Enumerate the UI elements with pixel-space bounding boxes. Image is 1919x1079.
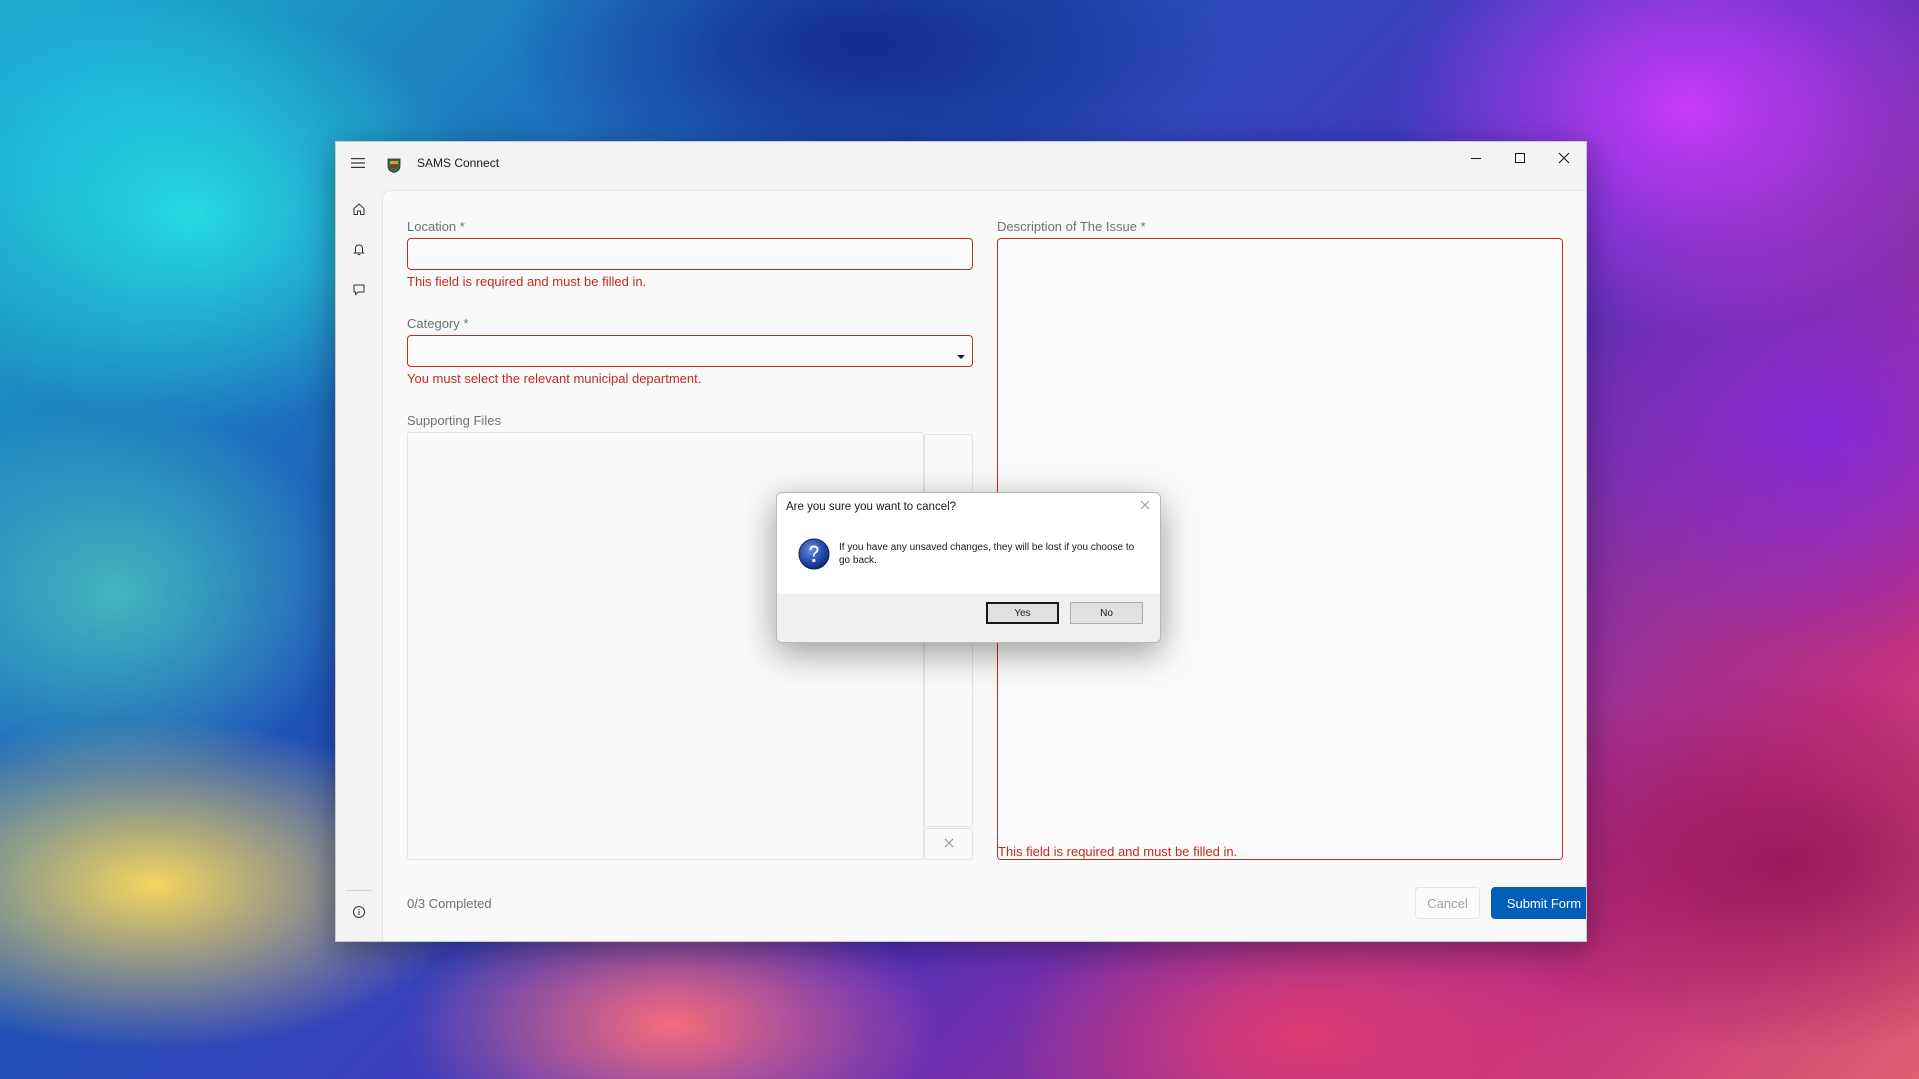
dialog-title: Are you sure you want to cancel? — [786, 501, 957, 513]
category-label: Category * — [407, 316, 469, 331]
supporting-files-label: Supporting Files — [407, 413, 501, 428]
completion-progress: 0/3 Completed — [407, 896, 492, 911]
maximize-button[interactable] — [1498, 142, 1542, 174]
submit-form-button[interactable]: Submit Form — [1491, 887, 1586, 919]
location-input[interactable] — [407, 238, 973, 270]
nav-messages[interactable] — [346, 278, 372, 304]
nav-notifications[interactable] — [346, 238, 372, 264]
dialog-footer: Yes No — [777, 594, 1160, 642]
cancel-confirmation-dialog: Are you sure you want to cancel? If you — [776, 492, 1161, 643]
title-bar: SAMS Connect — [336, 142, 1586, 190]
dialog-close-button[interactable] — [1136, 498, 1154, 514]
cancel-button[interactable]: Cancel — [1415, 887, 1480, 919]
bell-icon — [352, 242, 366, 261]
yes-button[interactable]: Yes — [986, 602, 1059, 624]
dialog-body: If you have any unsaved changes, they wi… — [777, 522, 1160, 594]
question-icon — [798, 538, 830, 570]
remove-file-button[interactable] — [924, 828, 973, 860]
nav-home[interactable] — [346, 198, 372, 224]
info-icon — [352, 905, 366, 924]
category-error: You must select the relevant municipal d… — [407, 371, 702, 386]
app-title: SAMS Connect — [417, 156, 500, 170]
close-icon — [1140, 497, 1150, 515]
app-logo-icon — [387, 157, 401, 173]
location-error: This field is required and must be fille… — [407, 274, 647, 289]
navigation-rail — [336, 190, 382, 941]
nav-divider — [346, 890, 372, 891]
home-icon — [352, 202, 366, 221]
category-dropdown[interactable] — [407, 335, 973, 367]
close-window-button[interactable] — [1542, 142, 1586, 174]
chat-icon — [352, 282, 366, 301]
description-error: This field is required and must be fille… — [998, 844, 1238, 859]
description-label: Description of The Issue * — [997, 219, 1146, 234]
close-icon — [944, 835, 954, 853]
dialog-message: If you have any unsaved changes, they wi… — [839, 542, 1135, 566]
chevron-down-icon — [956, 348, 966, 363]
minimize-button[interactable] — [1454, 142, 1498, 174]
nav-about[interactable] — [346, 901, 372, 927]
no-button[interactable]: No — [1070, 602, 1143, 624]
hamburger-menu-icon[interactable] — [346, 152, 370, 174]
location-label: Location * — [407, 219, 465, 234]
